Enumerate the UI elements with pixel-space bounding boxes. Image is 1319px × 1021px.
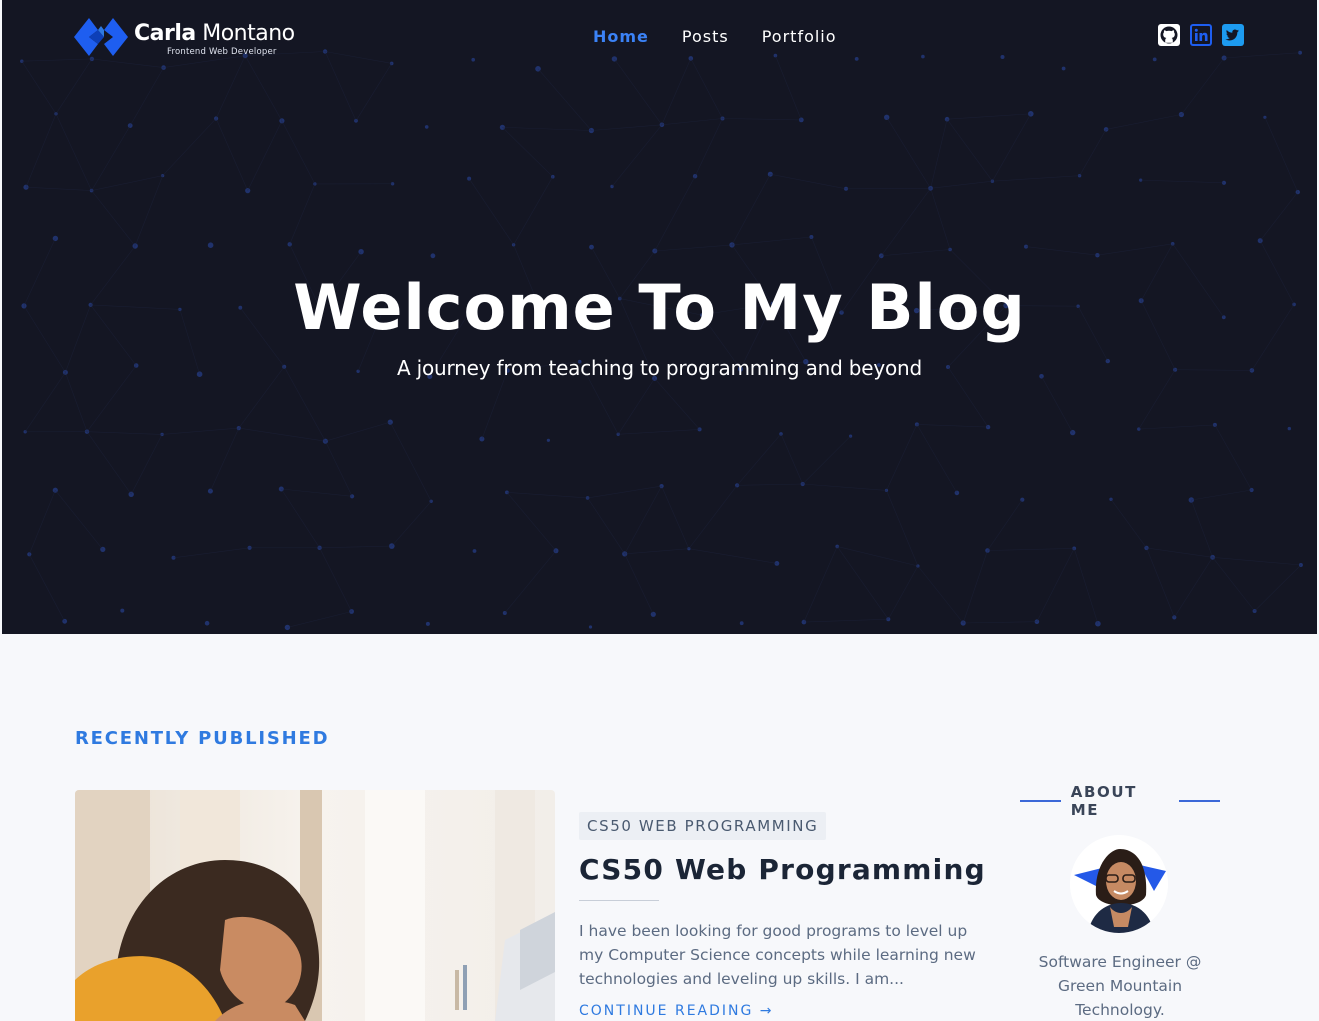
nav-posts[interactable]: Posts bbox=[682, 26, 729, 48]
continue-reading-link[interactable]: CONTINUE READING → bbox=[579, 1003, 989, 1019]
brand-last-name: Montano bbox=[202, 21, 295, 46]
brand-name: Carla Montano bbox=[134, 22, 295, 46]
top-navigation: Carla Montano Frontend Web Developer Hom… bbox=[0, 0, 1319, 76]
avatar bbox=[1070, 835, 1168, 933]
nav-portfolio[interactable]: Portfolio bbox=[762, 26, 837, 48]
brand-tagline: Frontend Web Developer bbox=[167, 47, 277, 57]
diamond-logo-icon bbox=[74, 18, 128, 56]
about-title: ABOUT ME bbox=[1070, 783, 1137, 819]
twitter-icon[interactable] bbox=[1222, 24, 1244, 46]
post-excerpt: I have been looking for good programs to… bbox=[579, 922, 976, 988]
about-me-widget: ABOUT ME Software Engineer @ Green Mount… bbox=[1020, 783, 1221, 1019]
about-line-right bbox=[1179, 800, 1221, 802]
post-divider bbox=[579, 900, 659, 901]
post-thumbnail-illustration bbox=[75, 790, 555, 1021]
github-icon[interactable] bbox=[1158, 24, 1180, 46]
about-bio: Software Engineer @ Green Mountain Techn… bbox=[1038, 953, 1202, 1019]
brand-first-name: Carla bbox=[134, 21, 196, 46]
post-thumbnail[interactable] bbox=[75, 790, 555, 1021]
brand-logo[interactable]: Carla Montano Frontend Web Developer bbox=[74, 14, 295, 60]
hero-title: Welcome To My Blog bbox=[293, 271, 1026, 344]
linkedin-icon[interactable] bbox=[1190, 24, 1212, 46]
hero-subtitle: A journey from teaching to programming a… bbox=[396, 356, 922, 380]
about-header: ABOUT ME bbox=[1020, 783, 1221, 819]
section-title-recent: RECENTLY PUBLISHED bbox=[75, 728, 330, 749]
about-line-left bbox=[1020, 800, 1061, 802]
social-links bbox=[1158, 24, 1254, 46]
nav-home[interactable]: Home bbox=[593, 26, 649, 48]
post-title[interactable]: CS50 Web Programming bbox=[579, 854, 989, 886]
post-category-tag[interactable]: CS50 WEB PROGRAMMING bbox=[579, 812, 827, 840]
nav-links: Home Posts Portfolio bbox=[593, 26, 870, 48]
post-card-body: CS50 WEB PROGRAMMING CS50 Web Programmin… bbox=[579, 812, 989, 1019]
